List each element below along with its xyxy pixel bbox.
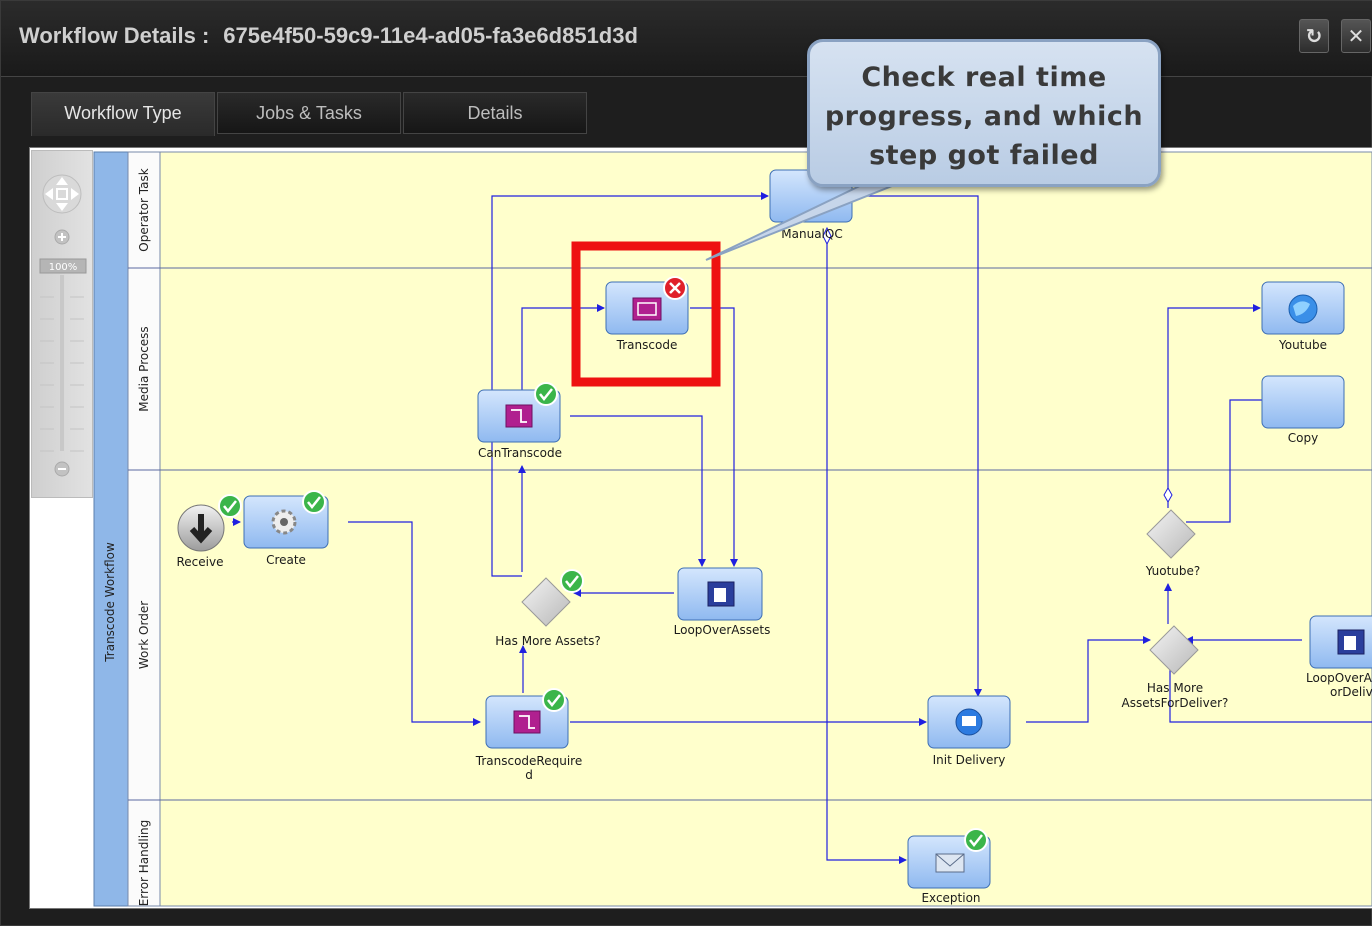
lane-operator-task: Operator Task <box>137 168 151 251</box>
window-title: Workflow Details : 675e4f50-59c9-11e4-ad0… <box>19 23 638 49</box>
callout-text: Check real time progress, and which step… <box>824 62 1144 171</box>
tab-jobs-tasks[interactable]: Jobs & Tasks <box>217 92 401 134</box>
refresh-button[interactable]: ↻ <box>1299 19 1329 53</box>
zoom-out-button[interactable] <box>54 461 70 477</box>
lane-error-handling: Error Handling <box>137 820 151 907</box>
diagram-panel: Transcode Workflow Operator Task Media P… <box>29 147 1372 909</box>
close-button[interactable]: ✕ <box>1341 19 1371 53</box>
zoom-control: 100% <box>31 150 93 498</box>
node-init-delivery[interactable]: Init Delivery <box>927 695 1011 767</box>
has-more-label-1: Has More <box>1147 681 1203 695</box>
transcode-task-icon <box>632 297 662 321</box>
manualqc-label: ManualQC <box>781 227 842 241</box>
yuotube-gateway-label: Yuotube? <box>1145 564 1201 578</box>
cantranscode-task-icon <box>505 404 533 428</box>
transcode-label: Transcode <box>616 338 678 352</box>
lane-media-process: Media Process <box>137 326 151 411</box>
node-cantranscode[interactable]: CanTranscode <box>477 382 562 460</box>
loopoverassetsfordeliver-label-2: orDeliv <box>1330 685 1372 699</box>
success-status-icon <box>560 569 584 593</box>
loopoverassetsfordeliver-label-1: LoopOverA <box>1306 671 1372 685</box>
workflow-details-window: Workflow Details : 675e4f50-59c9-11e4-ad0… <box>0 0 1372 926</box>
lane-header-column <box>127 151 161 907</box>
loopoverassets-label: LoopOverAssets <box>674 623 771 637</box>
transcoderequired-task-icon <box>513 710 541 734</box>
cantranscode-label: CanTranscode <box>478 446 562 460</box>
success-status-icon <box>534 382 558 406</box>
pan-icon[interactable] <box>42 174 82 214</box>
envelope-icon <box>935 853 965 873</box>
tab-workflow-type[interactable]: Workflow Type <box>31 92 215 136</box>
workflow-id: 675e4f50-59c9-11e4-ad05-fa3e6d851d3d <box>223 23 638 48</box>
tab-details[interactable]: Details <box>403 92 587 134</box>
close-icon: ✕ <box>1347 24 1365 48</box>
node-transcode[interactable]: Transcode <box>605 276 689 352</box>
node-loopoverassets[interactable]: LoopOverAssets <box>674 567 771 637</box>
transcoderequired-label-1: TranscodeRequire <box>475 754 582 768</box>
has-more-assets-label: Has More Assets? <box>495 634 600 648</box>
callout-bubble: Check real time progress, and which step… <box>807 39 1161 187</box>
refresh-icon: ↻ <box>1305 24 1323 48</box>
transcoderequired-label-2: d <box>525 768 533 782</box>
has-more-label-2: AssetsForDeliver? <box>1122 696 1229 710</box>
success-status-icon <box>542 688 566 712</box>
title-prefix: Workflow Details : <box>19 23 210 48</box>
receive-label: Receive <box>177 555 224 569</box>
exception-label: Exception <box>921 891 980 905</box>
success-status-icon <box>302 490 326 514</box>
pool-band <box>93 151 129 907</box>
success-status-icon <box>218 494 242 518</box>
youtube-label: Youtube <box>1278 338 1327 352</box>
workflow-diagram: Transcode Workflow Operator Task Media P… <box>93 151 1372 907</box>
copy-label: Copy <box>1288 431 1318 445</box>
pool-label: Transcode Workflow <box>103 542 117 663</box>
lane-work-order: Work Order <box>137 601 151 669</box>
create-label: Create <box>266 553 306 567</box>
success-status-icon <box>964 828 988 852</box>
zoom-in-button[interactable] <box>54 229 70 245</box>
init-delivery-label: Init Delivery <box>933 753 1006 767</box>
zoom-level: 100% <box>49 262 78 273</box>
title-bar: Workflow Details : 675e4f50-59c9-11e4-ad0… <box>1 1 1372 77</box>
